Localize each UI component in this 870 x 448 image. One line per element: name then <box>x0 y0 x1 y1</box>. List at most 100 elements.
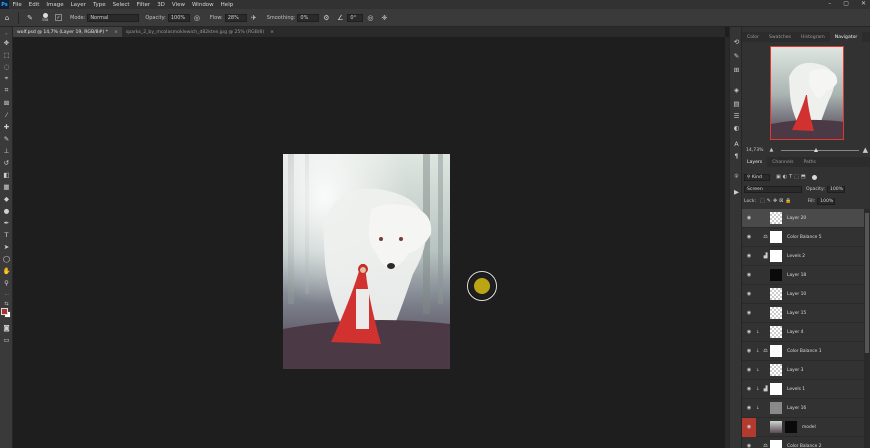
home-icon[interactable]: ⌂ <box>2 13 12 23</box>
tab-channels[interactable]: Channels <box>767 157 798 167</box>
eraser-tool-icon[interactable]: ◧ <box>2 170 11 179</box>
adjustments-icon[interactable]: ⊞ <box>732 65 741 74</box>
lock-icons[interactable]: ⬚✎✥⊠🔒 <box>760 198 794 204</box>
menu-item-file[interactable]: File <box>9 2 25 8</box>
minimize-button[interactable]: – <box>828 0 831 7</box>
layer-row[interactable]: ◉ ▟ Levels 2 <box>742 247 864 266</box>
hand-tool-icon[interactable]: ✋ <box>2 266 11 275</box>
menu-item-help[interactable]: Help <box>217 2 237 8</box>
menu-item-type[interactable]: Type <box>89 2 109 8</box>
tab-layers[interactable]: Layers <box>742 157 768 167</box>
layer-name[interactable]: Color Balance 5 <box>787 235 822 240</box>
type-tool-icon[interactable]: T <box>2 230 11 239</box>
layer-thumbnail[interactable] <box>770 307 782 319</box>
layer-thumbnail[interactable] <box>770 212 782 224</box>
crop-tool-icon[interactable]: ⌗ <box>2 86 11 95</box>
artwork-canvas[interactable] <box>283 154 450 369</box>
brush-tool-icon[interactable]: ✎ <box>2 134 11 143</box>
tab-wolf-psd[interactable]: wolf.psd @ 14,7% (Layer 19, RGB/8#) * × <box>13 27 122 37</box>
menu-item-layer[interactable]: Layer <box>67 2 89 8</box>
layer-row[interactable]: ◉ Layer 18 <box>742 266 864 285</box>
layer-row[interactable]: ◉ ↓ Layer 4 <box>742 323 864 342</box>
eyedropper-tool-icon[interactable]: ⁄ <box>2 110 11 119</box>
layer-row[interactable]: ◉ ↓ Layer 16 <box>742 399 864 418</box>
menu-item-select[interactable]: Select <box>109 2 133 8</box>
properties-icon[interactable]: ☰ <box>732 111 741 120</box>
navigator-zoom-slider[interactable] <box>781 147 859 152</box>
layer-name[interactable]: Layer 4 <box>787 330 803 335</box>
visibility-eye-icon[interactable]: ◉ <box>742 215 756 221</box>
layer-name[interactable]: Levels 2 <box>787 254 805 259</box>
frame-tool-icon[interactable]: ⊠ <box>2 98 11 107</box>
tab-histogram[interactable]: Histogram <box>796 32 830 42</box>
menu-item-edit[interactable]: Edit <box>25 2 43 8</box>
clone-stamp-tool-icon[interactable]: ⊥ <box>2 146 11 155</box>
visibility-eye-icon[interactable]: ◉ <box>742 417 756 437</box>
blend-mode-select[interactable]: Screen <box>744 185 802 193</box>
visibility-eye-icon[interactable]: ◉ <box>742 253 756 259</box>
layer-opacity-field[interactable]: 100% <box>826 185 845 193</box>
close-window-button[interactable]: ✕ <box>861 0 866 7</box>
path-selection-tool-icon[interactable]: ➤ <box>2 242 11 251</box>
tab-color[interactable]: Color <box>742 32 764 42</box>
zoom-tool-icon[interactable]: ⚲ <box>2 278 11 287</box>
move-tool-icon[interactable]: ✥ <box>2 38 11 47</box>
smoothing-field[interactable]: 0% <box>297 13 320 22</box>
screen-mode-icon[interactable]: ▭ <box>2 335 11 344</box>
menu-item-image[interactable]: Image <box>43 2 67 8</box>
opacity-field[interactable]: 100% <box>167 13 190 22</box>
layer-thumbnail[interactable] <box>770 250 782 262</box>
filter-toggle-icon[interactable] <box>811 174 817 180</box>
layer-thumbnail[interactable] <box>770 383 782 395</box>
visibility-eye-icon[interactable]: ◉ <box>742 443 756 448</box>
layer-name[interactable]: Layer 18 <box>787 273 806 278</box>
visibility-eye-icon[interactable]: ◉ <box>742 367 756 373</box>
angle-field[interactable]: 0° <box>347 13 364 22</box>
zoom-out-icon[interactable]: ▲ <box>770 147 774 153</box>
menu-item-view[interactable]: View <box>168 2 188 8</box>
visibility-eye-icon[interactable]: ◉ <box>742 386 756 392</box>
libraries-icon[interactable]: ▤ <box>732 99 741 108</box>
tab-swatches[interactable]: Swatches <box>764 32 796 42</box>
layer-thumbnail[interactable] <box>770 440 782 448</box>
zoom-in-icon[interactable]: ▲ <box>863 146 868 154</box>
mode-select[interactable]: Normal <box>87 13 140 22</box>
layers-scrollbar[interactable] <box>864 209 870 448</box>
layer-thumbnail[interactable] <box>770 421 782 433</box>
flow-field[interactable]: 28% <box>224 13 247 22</box>
layer-fill-field[interactable]: 100% <box>817 197 836 205</box>
layer-name[interactable]: Color Balance 2 <box>787 444 822 448</box>
layer-row[interactable]: ◉ ↓ Layer 3 <box>742 361 864 380</box>
actions-icon[interactable]: ▶ <box>732 187 741 196</box>
blur-tool-icon[interactable]: ◆ <box>2 194 11 203</box>
visibility-eye-icon[interactable]: ◉ <box>742 310 756 316</box>
layer-thumbnail[interactable] <box>770 288 782 300</box>
brush-settings-icon[interactable]: ✓ <box>55 14 62 21</box>
slider-knob[interactable] <box>814 147 819 152</box>
visibility-eye-icon[interactable]: ◉ <box>742 234 756 240</box>
smoothing-options-gear-icon[interactable]: ⚙ <box>321 13 331 23</box>
layer-thumbnail[interactable] <box>770 345 782 357</box>
gradient-tool-icon[interactable]: ▦ <box>2 182 11 191</box>
glyphs-icon[interactable]: ⍟ <box>732 172 741 181</box>
layer-row[interactable]: ◉ ⚖ Color Balance 2 <box>742 437 864 448</box>
marquee-tool-icon[interactable]: ⬚ <box>2 50 11 59</box>
visibility-eye-icon[interactable]: ◉ <box>742 329 756 335</box>
character-icon[interactable]: A <box>732 139 741 148</box>
layer-row[interactable]: ◉ ↓ ▟ Levels 1 <box>742 380 864 399</box>
foreground-color-swatch[interactable] <box>1 308 8 315</box>
layer-thumbnail[interactable] <box>770 231 782 243</box>
tab-sparks-jpg[interactable]: sparks_2_by_mcolasmoklewich_d82kten.jpg … <box>122 27 278 37</box>
layer-row[interactable]: ◉ Layer 15 <box>742 304 864 323</box>
layer-thumbnail[interactable] <box>770 326 782 338</box>
layer-row[interactable]: ◉ Layer 20 <box>742 209 864 228</box>
layer-name[interactable]: Layer 16 <box>787 406 806 411</box>
layer-name[interactable]: Layer 3 <box>787 368 803 373</box>
visibility-eye-icon[interactable]: ◉ <box>742 405 756 411</box>
styles-icon[interactable]: ◐ <box>732 123 741 132</box>
menu-item-filter[interactable]: Filter <box>133 2 154 8</box>
layer-thumbnail[interactable] <box>770 364 782 376</box>
symmetry-icon[interactable]: ❈ <box>379 13 389 23</box>
visibility-eye-icon[interactable]: ◉ <box>742 291 756 297</box>
swap-colors-icon[interactable]: ⇆ <box>2 299 11 308</box>
